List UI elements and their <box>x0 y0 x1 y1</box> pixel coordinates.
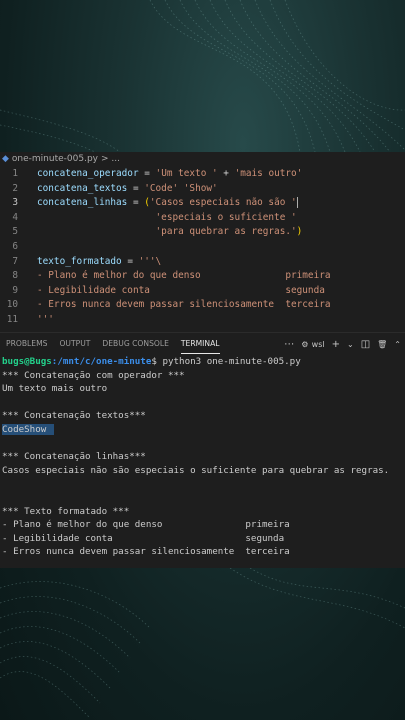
code-line[interactable]: 4 'especiais o suficiente ' <box>0 211 405 226</box>
chevron-down-icon[interactable]: ⌄ <box>347 340 354 349</box>
prompt-user: bugs@Bugs <box>2 356 52 367</box>
code-line[interactable]: 7 texto_formatado = '''\ <box>0 255 405 270</box>
line-number: 1 <box>12 168 18 179</box>
code-editor[interactable]: 1 concatena_operador = 'Um texto ' + 'mai… <box>0 167 405 337</box>
code-token: = <box>121 255 139 267</box>
breadcrumb-suffix[interactable]: > ... <box>101 152 120 167</box>
trash-icon[interactable]: 🗑 <box>377 340 387 349</box>
code-token: concatena_textos <box>37 182 128 194</box>
shell-name: wsl <box>311 339 325 349</box>
background-wave-top <box>0 0 405 152</box>
code-token: = <box>127 182 145 194</box>
terminal-profile[interactable]: ⚙ wsl <box>301 339 324 350</box>
terminal-text: - Plano é melhor do que denso primeira <box>2 519 290 531</box>
code-token: = <box>127 197 145 209</box>
terminal-text: *** Texto formatado *** <box>2 505 130 517</box>
prompt-path: :/mnt/c/one-minute <box>51 356 152 367</box>
code-token: 'Code' <box>144 182 179 194</box>
terminal-text: - Erros nunca devem passar silenciosamen… <box>2 546 290 558</box>
python-file-icon: ◆ <box>2 154 9 164</box>
code-token: 'para quebrar as regras.' <box>155 226 297 238</box>
line-number: 7 <box>12 255 18 267</box>
code-token: concatena_linhas <box>37 197 128 209</box>
tab-output[interactable]: OUTPUT <box>53 333 96 355</box>
terminal-line: - Legibilidade conta segunda <box>2 532 405 546</box>
code-line[interactable]: 9 - Legibilidade conta segunda <box>0 284 405 299</box>
code-line[interactable]: 5 'para quebrar as regras.') <box>0 225 405 240</box>
terminal-output[interactable]: bugs@Bugs:/mnt/c/one-minute$ python3 one… <box>2 355 405 559</box>
terminal-text: Um texto mais outro <box>2 383 108 395</box>
code-token: '''\ <box>138 255 162 267</box>
code-line[interactable]: 11 ''' <box>0 313 405 328</box>
code-token: - Plano é melhor do que denso primeira <box>37 270 331 282</box>
code-token: 'Casos especiais não são ' <box>149 197 298 209</box>
chevron-up-icon[interactable]: ⌃ <box>394 340 401 349</box>
split-terminal-icon[interactable]: ◫ <box>361 339 370 350</box>
tab-problems[interactable]: PROBLEMS <box>0 333 53 355</box>
terminal-line: - Plano é melhor do que denso primeira <box>2 518 405 532</box>
code-token: - Erros nunca devem passar silenciosamen… <box>37 299 331 311</box>
linux-icon: ⚙ <box>301 339 309 349</box>
code-line[interactable]: 3 concatena_linhas = ('Casos especiais nã… <box>0 196 405 211</box>
breadcrumb-file[interactable]: one-minute-005.py <box>12 152 98 167</box>
code-line[interactable]: 10 - Erros nunca devem passar silenciosam… <box>0 298 405 313</box>
prompt-command: $ python3 one-minute-005.py <box>151 356 301 367</box>
code-token: + <box>217 168 235 179</box>
line-number: 4 <box>12 211 18 223</box>
terminal-text: - Legibilidade conta segunda <box>2 532 285 544</box>
terminal-text: *** Concatenação com operador *** <box>2 369 185 381</box>
code-line[interactable]: 6 <box>0 240 405 255</box>
code-token: texto_formatado <box>37 255 122 267</box>
line-number: 6 <box>12 240 18 252</box>
line-number: 9 <box>12 284 18 296</box>
code-token: concatena_operador <box>37 168 139 179</box>
terminal-text: *** Concatenação textos*** <box>2 410 146 422</box>
terminal-text: Casos especiais não são especiais o sufi… <box>2 464 390 476</box>
terminal-line: *** Concatenação textos*** <box>2 409 405 423</box>
terminal-line: - Erros nunca devem passar silenciosamen… <box>2 545 405 559</box>
terminal-text: CodeShow <box>2 423 55 435</box>
background-wave-bottom <box>0 568 405 719</box>
panel-tab-bar: PROBLEMS OUTPUT DEBUG CONSOLE TERMINAL ⋯… <box>0 332 405 355</box>
code-token: ''' <box>37 313 54 325</box>
vscode-editor: ◆ one-minute-005.py > ... 1 concatena_ope… <box>0 152 405 568</box>
line-number: 10 <box>6 299 18 311</box>
line-number: 5 <box>12 226 18 238</box>
terminal-line: *** Concatenação linhas*** <box>2 450 405 464</box>
line-number: 3 <box>12 197 18 209</box>
code-token: 'mais outro' <box>234 168 303 179</box>
code-line[interactable]: 1 concatena_operador = 'Um texto ' + 'mai… <box>0 167 405 182</box>
terminal-prompt: bugs@Bugs:/mnt/c/one-minute$ python3 one… <box>2 355 405 369</box>
code-token: 'Show' <box>183 182 218 194</box>
terminal-text: *** Concatenação linhas*** <box>2 451 146 463</box>
tab-debug-console[interactable]: DEBUG CONSOLE <box>96 333 175 355</box>
terminal-line: *** Concatenação com operador *** <box>2 369 405 383</box>
code-line[interactable]: 8 - Plano é melhor do que denso primeira <box>0 269 405 284</box>
line-number: 11 <box>6 313 18 325</box>
line-number: 8 <box>12 270 18 282</box>
terminal-line: CodeShow <box>2 423 405 437</box>
more-actions-icon[interactable]: ⋯ <box>284 339 294 350</box>
new-terminal-icon[interactable]: + <box>332 339 340 350</box>
code-token: - Legibilidade conta segunda <box>37 284 325 296</box>
code-token: 'especiais o suficiente ' <box>155 211 297 223</box>
breadcrumb[interactable]: ◆ one-minute-005.py > ... <box>0 152 405 167</box>
terminal-line: Um texto mais outro <box>2 382 405 396</box>
terminal-line: *** Texto formatado *** <box>2 505 405 519</box>
code-token: 'Um texto ' <box>155 168 218 179</box>
code-token: = <box>138 168 156 179</box>
code-token: ) <box>296 226 303 238</box>
line-number: 2 <box>12 182 18 194</box>
terminal-line: Casos especiais não são especiais o sufi… <box>2 464 405 478</box>
tab-terminal[interactable]: TERMINAL <box>175 333 226 355</box>
code-line[interactable]: 2 concatena_textos = 'Code' 'Show' <box>0 182 405 197</box>
